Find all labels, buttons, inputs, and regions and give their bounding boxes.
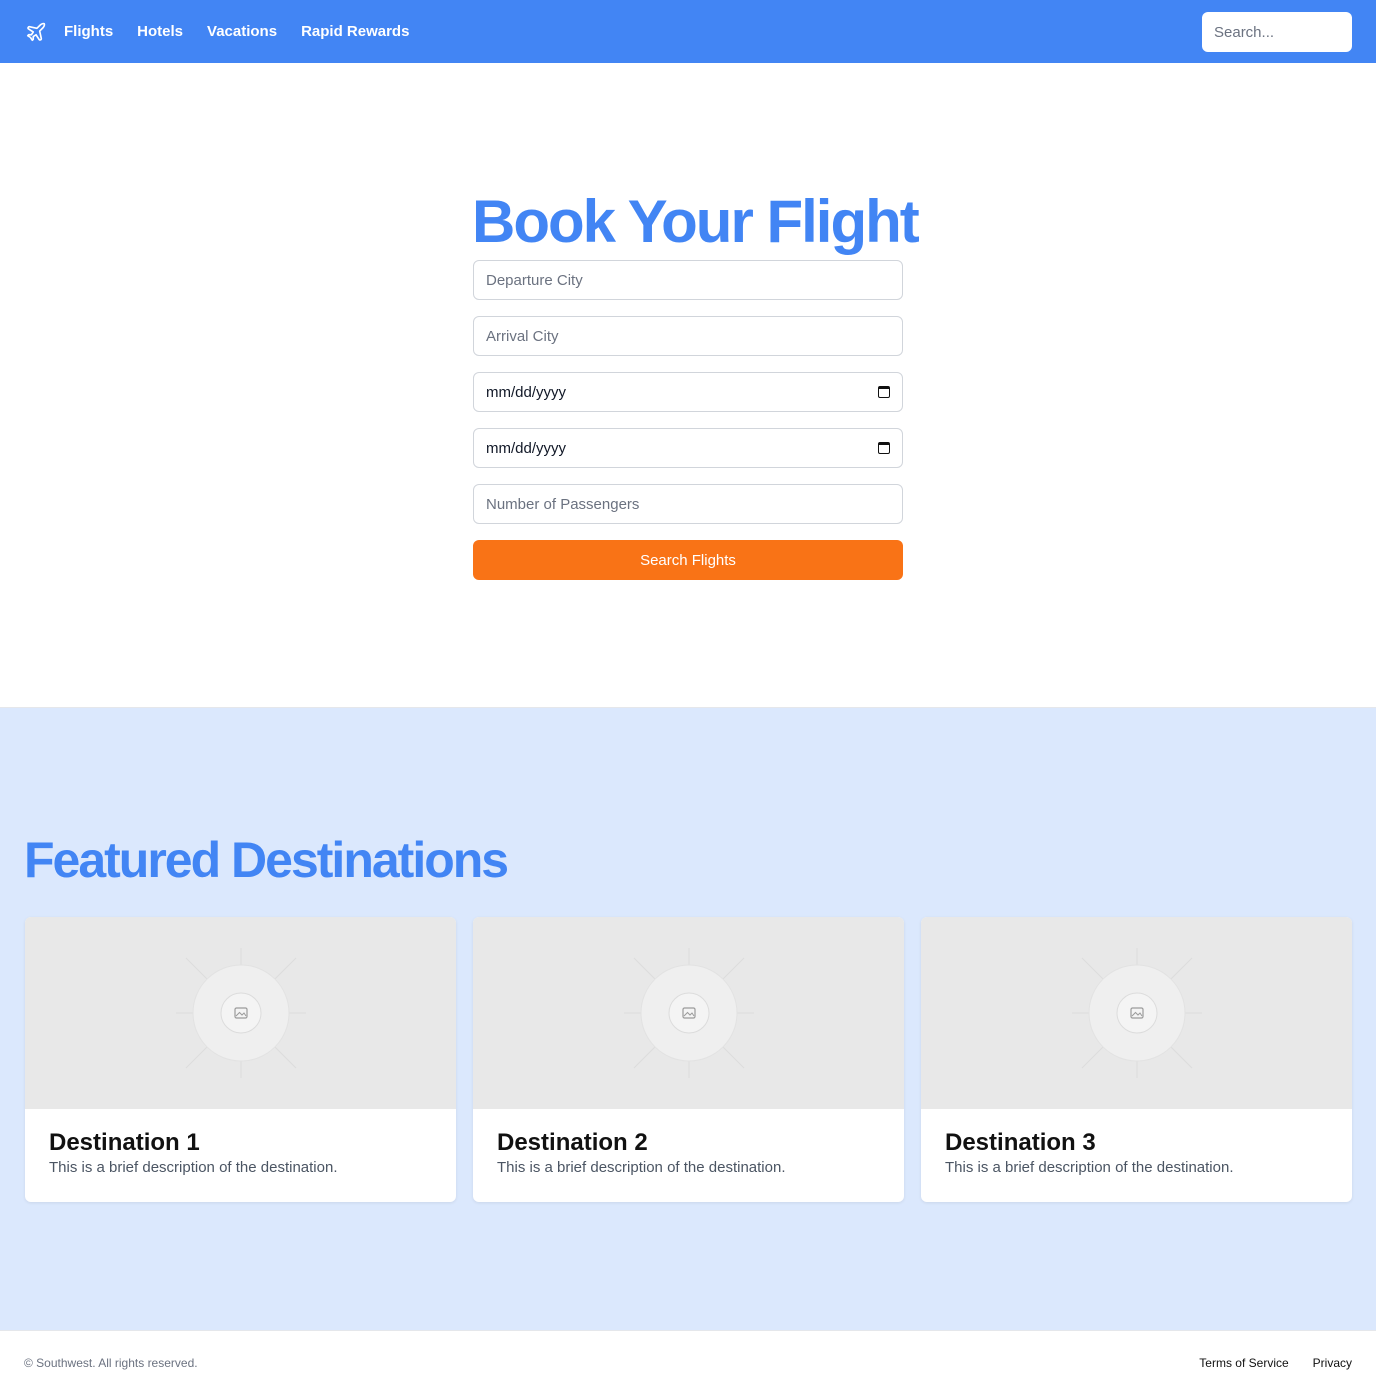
card-description: This is a brief description of the desti… [945,1159,1234,1176]
departure-city-input[interactable] [486,271,890,289]
departure-city-field[interactable] [473,260,903,300]
footer: © Southwest. All rights reserved. Terms … [0,1330,1376,1396]
passengers-input[interactable] [486,495,890,513]
airplane-icon[interactable] [24,20,48,44]
image-placeholder-icon [25,917,456,1109]
booking-section: Book Your Flight mm/dd/yyyy mm/dd/yyyy S… [0,63,1376,708]
featured-destinations-section: Featured Destinations Destination 1 This… [0,707,1376,1331]
arrival-city-field[interactable] [473,316,903,356]
nav-link-vacations[interactable]: Vacations [207,23,277,40]
destination-card[interactable]: Destination 3 This is a brief descriptio… [921,917,1352,1202]
terms-of-service-link[interactable]: Terms of Service [1199,1356,1288,1370]
nav-link-flights[interactable]: Flights [64,23,113,40]
section-title: Featured Destinations [24,832,509,888]
card-title: Destination 3 [945,1129,1096,1156]
card-title: Destination 2 [497,1129,648,1156]
footer-links: Terms of Service Privacy [1199,1356,1352,1370]
nav-link-hotels[interactable]: Hotels [137,23,183,40]
card-description: This is a brief description of the desti… [497,1159,786,1176]
departure-date-field[interactable]: mm/dd/yyyy [473,372,903,412]
privacy-link[interactable]: Privacy [1313,1356,1352,1370]
destination-card[interactable]: Destination 1 This is a brief descriptio… [25,917,456,1202]
return-date-field[interactable]: mm/dd/yyyy [473,428,903,468]
card-title: Destination 1 [49,1129,200,1156]
nav-link-rapid-rewards[interactable]: Rapid Rewards [301,23,409,40]
arrival-city-input[interactable] [486,327,890,345]
image-placeholder-icon [473,917,904,1109]
copyright-text: © Southwest. All rights reserved. [24,1356,198,1370]
search-flights-button[interactable]: Search Flights [473,540,903,580]
return-date-value: mm/dd/yyyy [486,439,567,457]
search-input[interactable] [1202,12,1352,52]
top-nav: Flights Hotels Vacations Rapid Rewards [0,0,1376,63]
passengers-field[interactable] [473,484,903,524]
departure-date-value: mm/dd/yyyy [486,383,567,401]
page-title: Book Your Flight [472,188,920,255]
destination-card[interactable]: Destination 2 This is a brief descriptio… [473,917,904,1202]
image-placeholder-icon [921,917,1352,1109]
card-description: This is a brief description of the desti… [49,1159,338,1176]
calendar-icon[interactable] [878,386,890,398]
calendar-icon[interactable] [878,442,890,454]
